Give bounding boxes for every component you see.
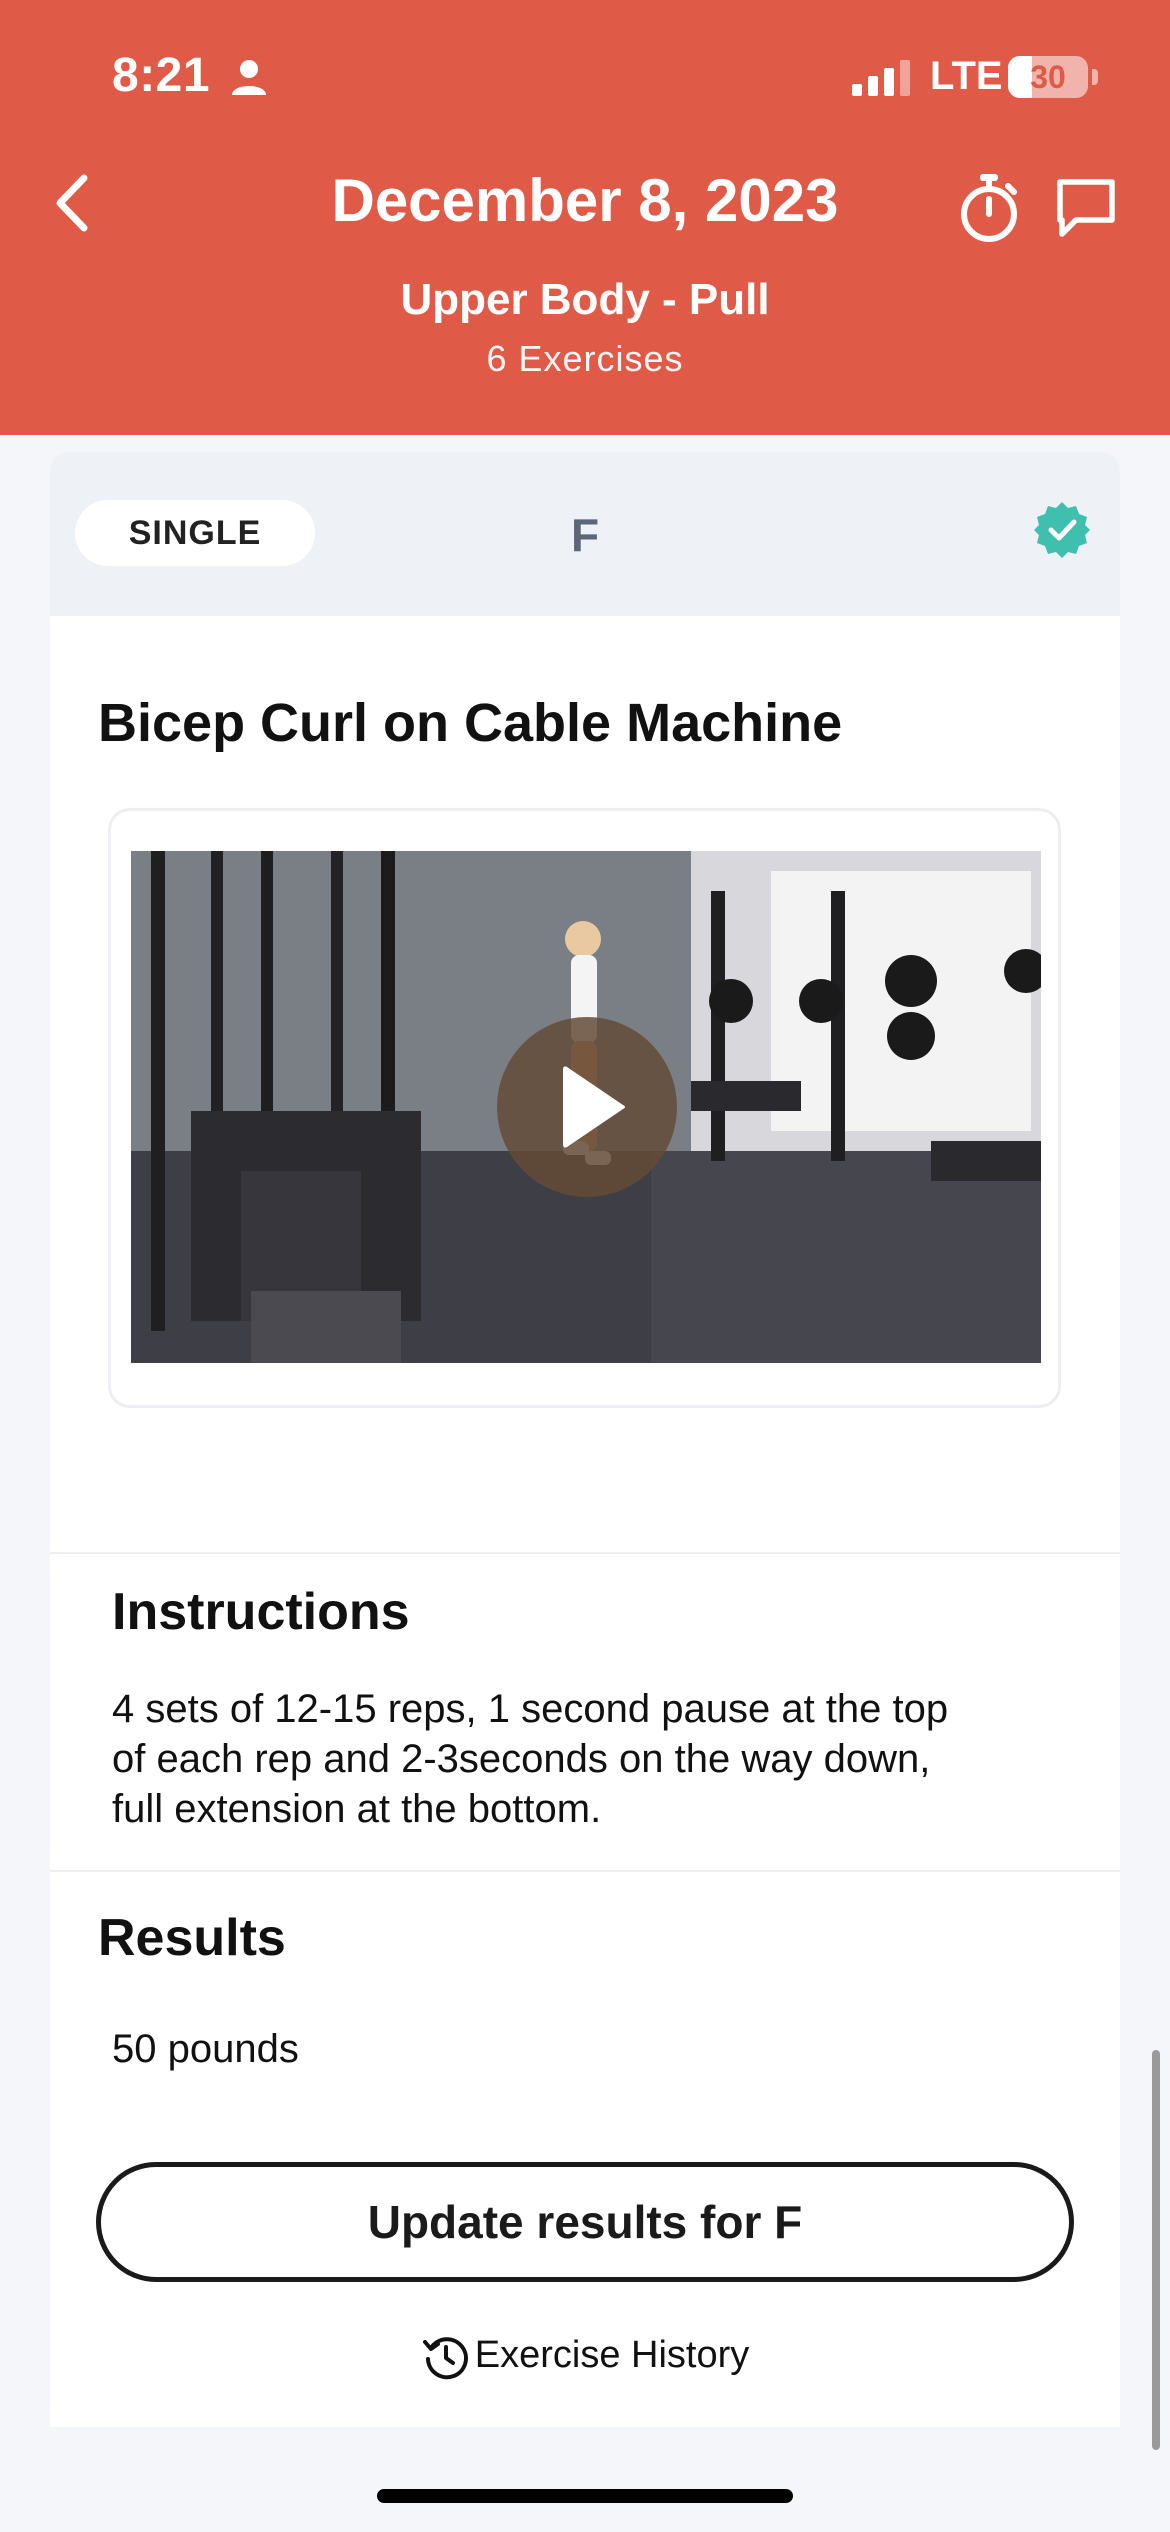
person-icon [232,60,266,95]
battery-icon: 30 [1008,56,1088,98]
network-type: LTE [930,54,1003,98]
cellular-signal-icon [852,60,910,96]
results-value: 50 pounds [112,2027,299,2071]
instructions-line: of each rep and 2-3seconds on the way do… [112,1737,931,1781]
exercise-history-link[interactable]: Exercise History [50,2332,1120,2382]
status-time: 8:21 [112,49,211,102]
exercise-letter: F [570,509,600,561]
exercise-history-label: Exercise History [474,2334,750,2377]
home-indicator[interactable] [377,2489,793,2503]
exercise-card: SINGLE F Bicep Curl on Cable Machine Ins… [50,452,1120,2427]
update-results-button[interactable]: Update results for F [96,2162,1074,2282]
section-divider [50,1870,1120,1872]
chat-bubble-icon[interactable] [1054,176,1118,240]
battery-percent: 30 [1030,59,1066,95]
play-icon [563,1066,625,1148]
instructions-line: 4 sets of 12-15 reps, 1 second pause at … [112,1687,949,1731]
video-container [108,808,1061,1408]
status-bar: 8:21 LTE 30 [0,0,1170,150]
exercise-title: Bicep Curl on Cable Machine [98,693,843,753]
card-header: SINGLE F [50,452,1120,616]
history-clock-icon [422,2337,468,2380]
exercise-video[interactable] [131,851,1041,1363]
results-heading: Results [98,1909,286,1967]
workout-name: Upper Body - Pull [400,275,770,324]
battery-nub [1092,69,1098,85]
header: 8:21 LTE 30 December 8, 2023 Upper Body … [0,0,1170,435]
exercise-count: 6 Exercises [486,338,684,379]
instructions-heading: Instructions [112,1583,410,1641]
stopwatch-icon[interactable] [956,172,1022,242]
scrollbar[interactable] [1152,2050,1160,2450]
verified-check-icon [1034,502,1090,558]
section-divider [50,1552,1120,1554]
play-button[interactable] [497,1017,677,1197]
instructions-line: full extension at the bottom. [112,1787,602,1831]
instructions-text: 4 sets of 12-15 reps, 1 second pause at … [112,1684,1072,1834]
